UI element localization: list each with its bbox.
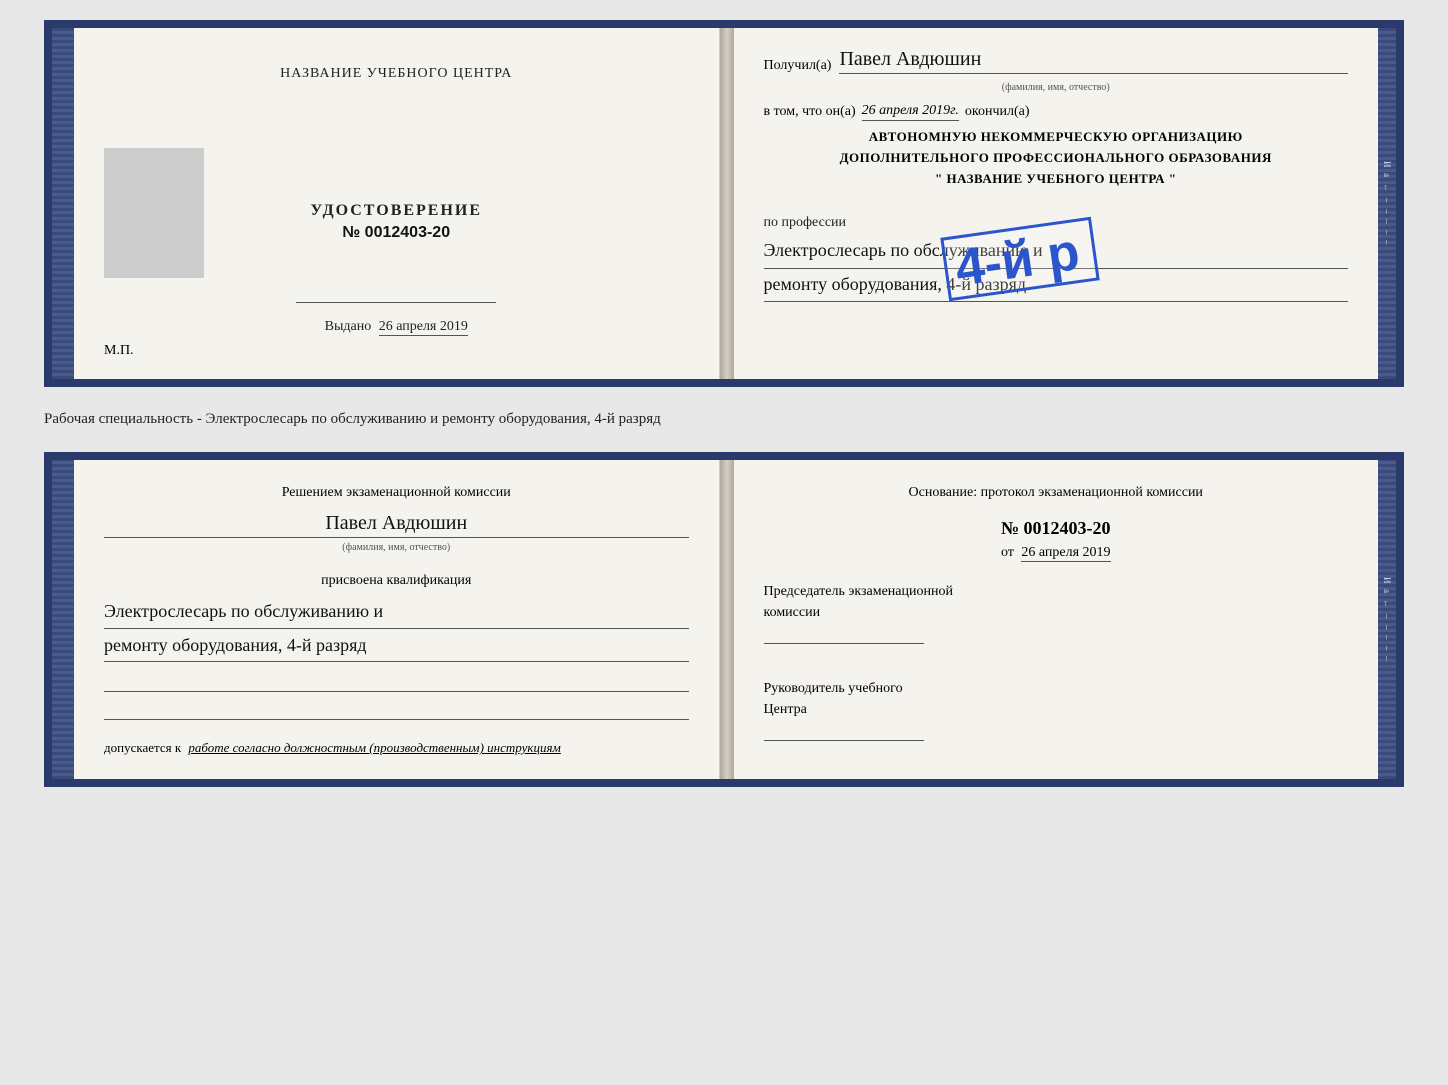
cert-label: УДОСТОВЕРЕНИЕ (310, 202, 482, 220)
issued-date-value: 26 апреля 2019 (379, 319, 468, 336)
side-char-b5: – (1382, 625, 1392, 632)
head-title: Руководитель учебного Центра (764, 678, 1349, 720)
top-document: НАЗВАНИЕ УЧЕБНОГО ЦЕНТРА УДОСТОВЕРЕНИЕ №… (44, 20, 1404, 387)
assigned-label: присвоена квалификация (104, 573, 689, 589)
chair-label1: Председатель экзаменационной (764, 584, 953, 599)
side-char-1: И (1382, 161, 1392, 170)
head-sign-line (764, 740, 924, 741)
vtom-line: в том, что он(а) 26 апреля 2019г. окончи… (764, 103, 1349, 121)
bottom-left-page: Решением экзаменационной комиссии Павел … (74, 460, 720, 779)
chair-sign-line (764, 643, 924, 644)
right-texture-strip-top: И а ← – – – – – (1378, 28, 1396, 379)
received-line: Получил(а) Павел Авдюшин (764, 48, 1349, 74)
spine-divider-top (720, 28, 734, 379)
qual-line1: Электрослесарь по обслуживанию и (104, 595, 689, 628)
vtom-label: в том, что он(а) (764, 104, 856, 120)
head-label1: Руководитель учебного (764, 681, 903, 696)
left-texture-strip-bottom (52, 460, 74, 779)
side-char-b4: – (1382, 614, 1392, 621)
blank-lines-block (104, 672, 689, 728)
protocol-date-value: 26 апреля 2019 (1021, 545, 1110, 562)
training-center-title-left: НАЗВАНИЕ УЧЕБНОГО ЦЕНТРА (280, 66, 512, 82)
recipient-name: Павел Авдюшин (839, 48, 1348, 74)
chair-block: Председатель экзаменационной комиссии (764, 581, 1349, 644)
protocol-date-block: от 26 апреля 2019 (764, 545, 1349, 561)
top-left-page: НАЗВАНИЕ УЧЕБНОГО ЦЕНТРА УДОСТОВЕРЕНИЕ №… (74, 28, 720, 379)
chair-label2: комиссии (764, 605, 821, 620)
stamp-number: 4-й р (952, 226, 1082, 295)
допуск-block: допускается к работе согласно должностны… (104, 738, 689, 758)
received-label: Получил(а) (764, 58, 832, 74)
side-char-b1: И (1382, 577, 1392, 586)
side-char-7: – (1382, 230, 1392, 237)
chair-title: Председатель экзаменационной комиссии (764, 581, 1349, 623)
side-char-b8: – (1382, 656, 1392, 663)
org-line1: АВТОНОМНУЮ НЕКОММЕРЧЕСКУЮ ОРГАНИЗАЦИЮ (764, 127, 1349, 148)
bottom-recipient-name: Павел Авдюшин (104, 512, 689, 538)
side-char-4: – (1382, 198, 1392, 205)
side-char-5: – (1382, 209, 1392, 216)
bottom-fio-label: (фамилия, имя, отчество) (104, 542, 689, 553)
bottom-document: Решением экзаменационной комиссии Павел … (44, 452, 1404, 787)
right-texture-strip-bottom: И а ← – – – – – (1378, 460, 1396, 779)
side-char-2: а (1382, 173, 1392, 179)
допуск-text: работе согласно должностным (производств… (188, 740, 560, 755)
protocol-number: № 0012403-20 (764, 518, 1349, 539)
completed-label: окончил(а) (965, 104, 1030, 120)
osnov-title: Основание: протокол экзаменационной коми… (764, 482, 1349, 504)
between-label: Рабочая специальность - Электрослесарь п… (44, 405, 1404, 434)
left-texture-strip-top (52, 28, 74, 379)
commission-title-text: Решением экзаменационной комиссии (282, 485, 511, 500)
qual-line2: ремонту оборудования, 4-й разряд (104, 629, 689, 662)
head-block: Руководитель учебного Центра (764, 678, 1349, 741)
completed-date: 26 апреля 2019г. (862, 103, 959, 121)
blank-line-1 (104, 672, 689, 692)
issued-date: Выдано 26 апреля 2019 (325, 319, 468, 335)
org-name-block: АВТОНОМНУЮ НЕКОММЕРЧЕСКУЮ ОРГАНИЗАЦИЮ ДО… (764, 127, 1349, 189)
org-line2: ДОПОЛНИТЕЛЬНОГО ПРОФЕССИОНАЛЬНОГО ОБРАЗО… (764, 148, 1349, 169)
commission-title: Решением экзаменационной комиссии (104, 482, 689, 504)
signature-line-left (296, 302, 496, 303)
side-char-b2: а (1382, 589, 1392, 595)
cert-number: № 0012403-20 (310, 224, 482, 242)
head-label2: Центра (764, 702, 807, 717)
side-char-3: ← (1382, 183, 1392, 194)
top-right-page: Получил(а) Павел Авдюшин (фамилия, имя, … (734, 28, 1379, 379)
fio-label-top: (фамилия, имя, отчество) (764, 82, 1349, 93)
side-char-8: – (1382, 240, 1392, 247)
org-line3: " НАЗВАНИЕ УЧЕБНОГО ЦЕНТРА " (764, 169, 1349, 190)
side-char-b7: – (1382, 646, 1392, 653)
spine-divider-bottom (720, 460, 734, 779)
stamp-org-block: 4-й р АВТОНОМНУЮ НЕКОММЕРЧЕСКУЮ ОРГАНИЗА… (764, 127, 1349, 207)
between-label-text: Рабочая специальность - Электрослесарь п… (44, 411, 661, 427)
photo-placeholder (104, 148, 204, 278)
mp-label: М.П. (104, 343, 134, 359)
date-prefix: от (1001, 545, 1014, 560)
certificate-block: УДОСТОВЕРЕНИЕ № 0012403-20 (310, 202, 482, 242)
side-char-6: – (1382, 219, 1392, 226)
допуск-label: допускается к (104, 740, 181, 755)
issued-label: Выдано (325, 319, 372, 334)
side-char-b3: ← (1382, 599, 1392, 610)
blank-line-2 (104, 700, 689, 720)
bottom-right-page: Основание: протокол экзаменационной коми… (734, 460, 1379, 779)
side-char-b6: – (1382, 635, 1392, 642)
